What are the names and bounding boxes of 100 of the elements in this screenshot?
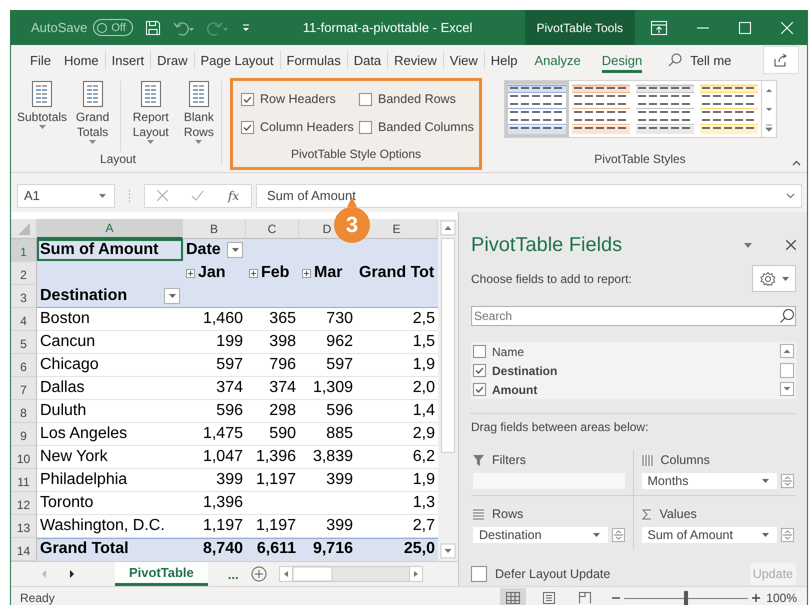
defer-checkbox[interactable]: Defer Layout Update <box>471 566 610 582</box>
caret-icon <box>99 194 106 198</box>
row-header[interactable]: 5 <box>11 331 37 354</box>
drag-instruction: Drag fields between areas below: <box>471 420 650 434</box>
move-field-icon[interactable] <box>781 474 794 488</box>
checkbox[interactable] <box>473 383 486 396</box>
row-header[interactable]: 1 <box>11 239 37 262</box>
ribbon-tab[interactable]: Analyze <box>528 45 587 75</box>
table-cell: Sum of Amount <box>37 239 183 262</box>
ribbon-tab[interactable]: File <box>23 45 57 75</box>
field-checkbox[interactable]: Destination <box>473 361 778 380</box>
maximize-icon[interactable] <box>739 22 751 34</box>
vertical-scrollbar[interactable] <box>438 219 458 561</box>
view-button[interactable] <box>500 588 526 605</box>
ribbon-tab[interactable]: Help <box>484 51 524 69</box>
filter-button[interactable] <box>227 242 243 258</box>
table-cell: 962 <box>299 331 356 354</box>
checkbox[interactable] <box>473 345 486 358</box>
ribbon-tab[interactable]: Review <box>387 51 443 69</box>
row-header[interactable]: 6 <box>11 354 37 377</box>
column-header[interactable]: C <box>246 219 299 239</box>
checkbox[interactable] <box>359 120 372 134</box>
filter-button[interactable] <box>164 288 180 304</box>
table-cell: 3,839 <box>299 446 356 469</box>
area-field[interactable]: Months <box>642 473 777 489</box>
table-cell: Jan <box>198 264 226 282</box>
zoom-in-icon[interactable] <box>752 594 760 602</box>
move-field-icon[interactable] <box>612 528 624 542</box>
more-sheets-button[interactable]: ... <box>228 566 239 582</box>
context-tab-label: PivotTable Tools <box>524 10 635 45</box>
ribbon-tab[interactable]: View <box>442 51 484 69</box>
row-header[interactable]: 11 <box>11 469 37 492</box>
save-icon[interactable] <box>144 20 161 36</box>
checkbox[interactable] <box>359 92 372 106</box>
add-sheet-icon[interactable] <box>250 566 267 582</box>
formula-input[interactable]: Sum of Amount <box>256 184 802 208</box>
tell-me-button[interactable]: Tell me <box>662 52 738 68</box>
row-header[interactable]: 9 <box>11 423 37 446</box>
area-field[interactable]: Destination <box>473 527 608 543</box>
zoom-thumb[interactable] <box>684 590 688 604</box>
zoom-slider[interactable] <box>624 590 748 604</box>
row-header[interactable]: 10 <box>11 446 37 469</box>
option-checkbox[interactable]: Banded Columns <box>359 120 477 134</box>
search-input[interactable]: Search <box>472 309 779 323</box>
row-header[interactable]: 2 <box>11 262 37 285</box>
name-box[interactable]: A1 <box>17 184 115 208</box>
column-header[interactable]: B <box>183 219 246 239</box>
column-header[interactable]: A <box>37 219 183 239</box>
expand-icon[interactable] <box>302 268 311 278</box>
insert-function-button[interactable]: fx <box>228 188 240 202</box>
checkbox[interactable] <box>241 120 254 134</box>
table-style-thumbnail[interactable] <box>504 81 568 137</box>
field-checkbox[interactable]: Amount <box>473 380 778 399</box>
ribbon-tab[interactable]: Design <box>594 45 648 75</box>
settings-button[interactable] <box>752 265 796 292</box>
table-cell: 1,197 <box>246 469 299 492</box>
ribbon-tab[interactable]: Data <box>346 51 388 69</box>
move-field-icon[interactable] <box>781 528 794 542</box>
option-checkbox[interactable]: Column Headers <box>241 120 359 134</box>
sheet-tab[interactable]: PivotTable <box>115 562 208 586</box>
ribbon-button[interactable]: Grand Totals <box>69 81 116 147</box>
expand-icon[interactable] <box>186 268 195 278</box>
row-header[interactable]: 14 <box>11 538 37 561</box>
field-list-scrollbar[interactable] <box>778 342 796 399</box>
collapse-ribbon-icon[interactable] <box>792 160 801 166</box>
expand-icon[interactable] <box>249 268 258 278</box>
row-header[interactable]: 13 <box>11 515 37 538</box>
area-label: Columns <box>660 453 710 467</box>
area-field[interactable]: Sum of Amount <box>642 527 777 543</box>
row-header[interactable]: 7 <box>11 377 37 400</box>
scroll-right-icon[interactable] <box>69 570 75 578</box>
ribbon-button[interactable]: Blank Rows <box>176 81 221 147</box>
ribbon-tab[interactable]: Draw <box>150 51 194 69</box>
caret-icon <box>38 125 46 129</box>
ribbon-tab[interactable]: Page Layout <box>194 51 280 69</box>
ribbon-tab[interactable]: Home <box>56 45 105 75</box>
customize-icon[interactable] <box>240 22 251 32</box>
page-icon <box>542 592 556 604</box>
field-checkbox[interactable]: Name <box>473 342 778 361</box>
table-cell: 885 <box>299 423 356 446</box>
row-header[interactable]: 3 <box>11 285 37 308</box>
pane-options-icon[interactable] <box>744 242 752 248</box>
undo-icon[interactable] <box>172 20 195 36</box>
ribbon-tab[interactable]: Insert <box>104 51 150 69</box>
ribbon-button[interactable]: Subtotals <box>15 81 70 132</box>
checkbox[interactable] <box>473 364 486 377</box>
search-field[interactable]: Search <box>471 306 796 326</box>
table-cell: Grand Tot <box>356 262 438 285</box>
close-icon[interactable] <box>786 240 796 250</box>
option-checkbox[interactable]: Banded Rows <box>359 92 477 106</box>
ribbon-tab[interactable]: Formulas <box>280 51 347 69</box>
ribbon-display-icon[interactable] <box>651 20 667 34</box>
row-header[interactable]: 4 <box>11 308 37 331</box>
share-button[interactable] <box>763 46 799 74</box>
option-checkbox[interactable]: Row Headers <box>241 92 359 106</box>
checkbox[interactable] <box>241 92 254 106</box>
row-header[interactable]: 12 <box>11 492 37 515</box>
ribbon-button[interactable]: Report Layout <box>124 81 177 147</box>
autosave-toggle[interactable]: Off <box>93 19 133 36</box>
row-header[interactable]: 8 <box>11 400 37 423</box>
